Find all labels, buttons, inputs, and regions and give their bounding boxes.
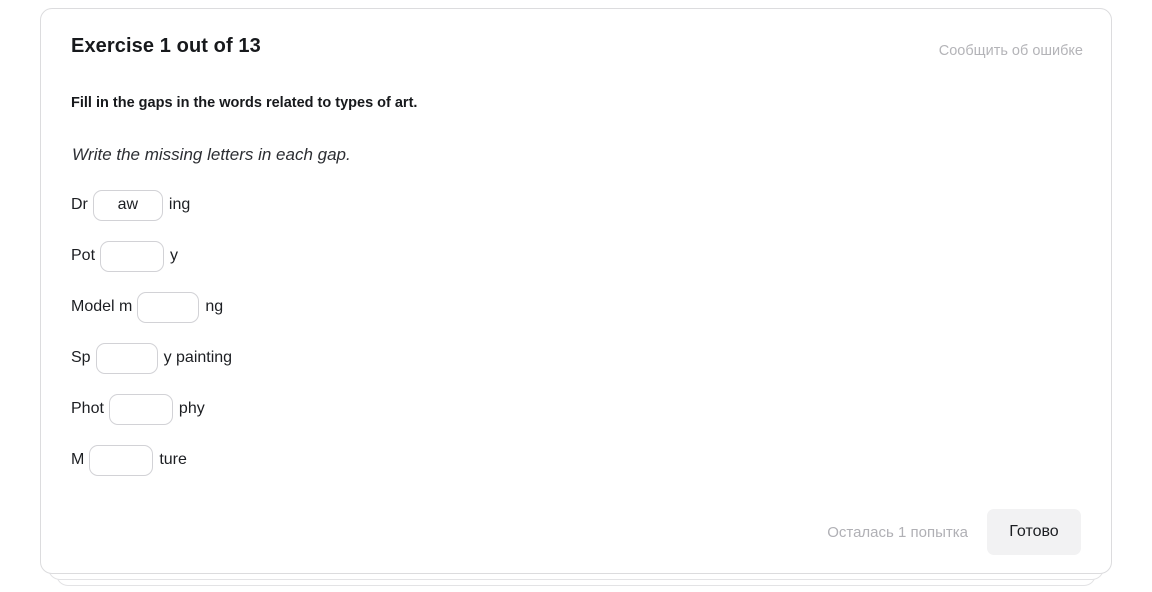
card-header: Exercise 1 out of 13 Сообщить об ошибке xyxy=(41,9,1111,79)
gap-input-4[interactable] xyxy=(95,342,158,374)
page-root: Exercise 1 out of 13 Сообщить об ошибке … xyxy=(0,0,1152,592)
task-statement: Fill in the gaps in the words related to… xyxy=(71,95,418,111)
gap-prefix-text: M xyxy=(71,451,85,468)
gap-suffix-text: ture xyxy=(159,451,187,468)
exercise-card: Exercise 1 out of 13 Сообщить об ошибке … xyxy=(40,8,1112,574)
gap-prefix-text: Model m xyxy=(71,298,133,315)
gap-input-5[interactable] xyxy=(108,393,173,425)
card-footer: Осталась 1 попытка Готово xyxy=(827,509,1081,555)
gap-suffix-text: y xyxy=(170,247,179,264)
gap-input-1[interactable] xyxy=(92,189,163,221)
gap-suffix-text: ing xyxy=(168,196,191,213)
gap-row: Phot phy xyxy=(71,391,971,427)
gap-prefix-text: Dr xyxy=(71,196,88,213)
submit-button[interactable]: Готово xyxy=(987,509,1081,555)
gap-prefix-text: Sp xyxy=(71,349,91,366)
gap-input-3[interactable] xyxy=(137,291,200,323)
gap-input-2[interactable] xyxy=(100,240,165,272)
gap-list: Dr ing Pot y Model m ng Sp y painting Phot phy Mtu… xyxy=(71,187,971,493)
report-error-link[interactable]: Сообщить об ошибке xyxy=(939,43,1083,59)
gap-suffix-text: phy xyxy=(178,400,205,417)
gap-row: Mture xyxy=(71,442,971,478)
attempts-left-label: Осталась 1 попытка xyxy=(827,523,968,541)
gap-prefix-text: Phot xyxy=(71,400,104,417)
gap-row: Model m ng xyxy=(71,289,971,325)
gap-input-6[interactable] xyxy=(89,444,154,476)
gap-row: Pot y xyxy=(71,238,971,274)
gap-row: Dr ing xyxy=(71,187,971,223)
page-title: Exercise 1 out of 13 xyxy=(71,35,261,57)
gap-suffix-text: ng xyxy=(205,298,224,315)
gap-row: Sp y painting xyxy=(71,340,971,376)
gap-prefix-text: Pot xyxy=(71,247,96,264)
task-hint: Write the missing letters in each gap. xyxy=(72,145,351,164)
gap-suffix-text: y painting xyxy=(163,349,233,366)
